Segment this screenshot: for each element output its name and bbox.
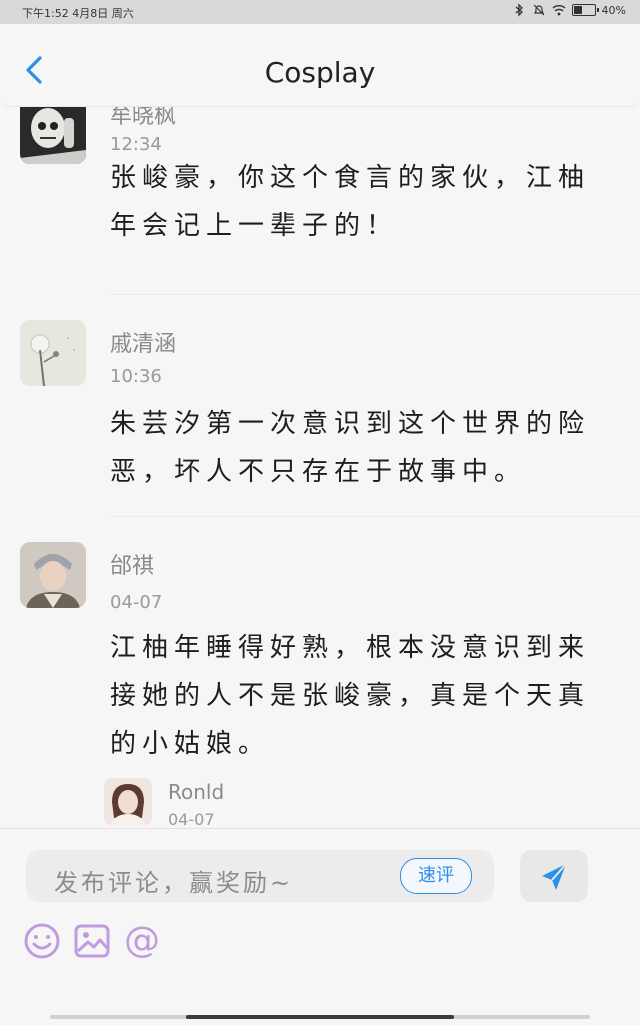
avatar[interactable] bbox=[20, 320, 86, 386]
reply-author[interactable]: Ronld bbox=[168, 780, 224, 804]
comment-author[interactable]: 牟晓枫 bbox=[110, 106, 176, 130]
comment-composer: 发布评论，赢奖励~ 速评 @ bbox=[0, 828, 640, 1025]
quick-comment-button[interactable]: 速评 bbox=[400, 858, 472, 894]
status-bar: 下午1:52 4月8日 周六 40% bbox=[0, 0, 640, 24]
comment-time: 10:36 bbox=[110, 366, 162, 387]
wifi-icon bbox=[552, 5, 566, 16]
battery-icon bbox=[571, 4, 599, 16]
reply-time: 04-07 bbox=[168, 810, 215, 828]
battery-percent: 40% bbox=[601, 3, 626, 17]
bluetooth-icon bbox=[515, 3, 523, 17]
send-icon bbox=[542, 863, 567, 890]
status-icons: 40% bbox=[512, 3, 626, 17]
send-button[interactable] bbox=[520, 850, 588, 902]
comment-text: 江柚年睡得好熟，根本没意识到来接她的人不是张峻豪，真是个天真的小姑娘。 bbox=[110, 633, 591, 759]
comment-time: 04-07 bbox=[110, 592, 163, 613]
mention-icon[interactable]: @ bbox=[122, 921, 162, 961]
comment-input[interactable]: 发布评论，赢奖励~ 速评 bbox=[26, 850, 494, 902]
comment-time: 12:34 bbox=[110, 134, 162, 155]
reply-avatar[interactable] bbox=[104, 778, 152, 826]
comment-text: 张峻豪，你这个食言的家伙，江柚年会记上一辈子的！ bbox=[110, 163, 591, 241]
avatar[interactable] bbox=[20, 542, 86, 608]
home-indicator[interactable] bbox=[186, 1015, 454, 1019]
comment-author[interactable]: 戚清涵 bbox=[110, 326, 176, 358]
status-time: 下午1:52 4月8日 周六 bbox=[22, 7, 134, 20]
divider bbox=[110, 516, 640, 517]
emoji-icon[interactable] bbox=[22, 921, 62, 961]
image-icon[interactable] bbox=[72, 921, 112, 961]
divider bbox=[110, 294, 640, 295]
page-title: Cosplay bbox=[264, 56, 376, 89]
comment-author[interactable]: 邰祺 bbox=[110, 548, 154, 580]
avatar[interactable] bbox=[20, 106, 86, 164]
mute-bell-icon bbox=[533, 4, 544, 16]
comment-input-placeholder: 发布评论，赢奖励~ bbox=[54, 869, 294, 897]
comment-list[interactable]: 牟晓枫 12:34 张峻豪，你这个食言的家伙，江柚年会记上一辈子的！ 戚清涵 1… bbox=[0, 106, 640, 828]
header: Cosplay bbox=[0, 24, 640, 107]
comment-text: 朱芸汐第一次意识到这个世界的险恶，坏人不只存在于故事中。 bbox=[110, 409, 591, 487]
